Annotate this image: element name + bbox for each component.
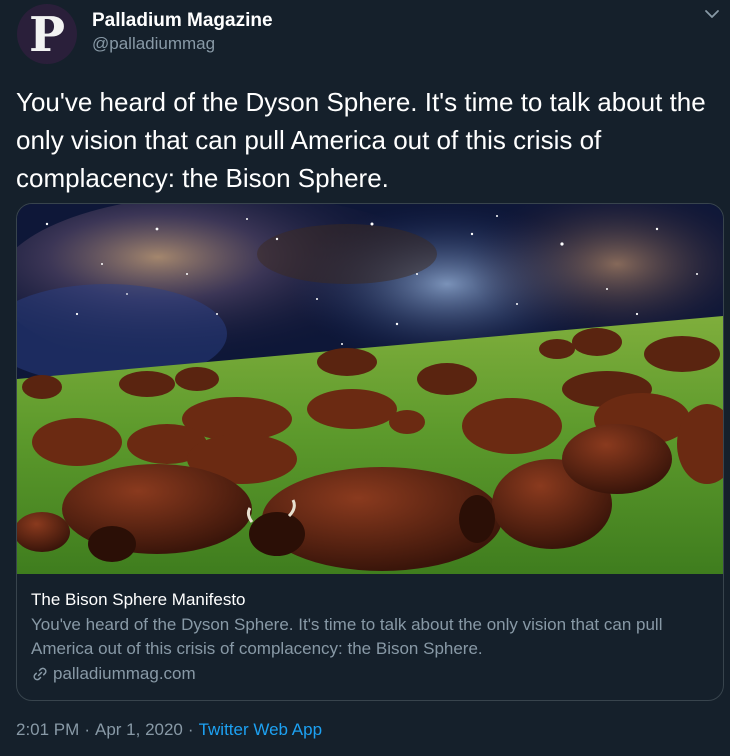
card-title[interactable]: The Bison Sphere Manifesto [31,588,709,612]
tweet-meta: 2:01 PM · Apr 1, 2020 · Twitter Web App [16,720,322,740]
card-domain[interactable]: palladiummag.com [31,662,709,686]
card-domain-text: palladiummag.com [53,664,196,683]
meta-separator: · [187,720,194,739]
tweet-source-link[interactable]: Twitter Web App [199,720,322,739]
avatar-letter: P [28,7,66,63]
tweet-date[interactable]: Apr 1, 2020 [95,720,183,739]
card-description: You've heard of the Dyson Sphere. It's t… [31,615,663,658]
link-card[interactable]: The Bison Sphere Manifesto You've heard … [16,203,724,701]
chevron-down-icon[interactable] [704,8,720,20]
author-display-name[interactable]: Palladium Magazine [92,10,273,32]
bison-sphere-image [17,204,723,574]
link-icon [33,667,47,681]
author-handle[interactable]: @palladiummag [92,34,215,54]
avatar[interactable]: P [17,4,77,64]
card-image[interactable] [17,204,723,574]
tweet-text: You've heard of the Dyson Sphere. It's t… [16,87,706,193]
meta-separator: · [84,720,90,739]
tweet-time[interactable]: 2:01 PM [16,720,79,739]
